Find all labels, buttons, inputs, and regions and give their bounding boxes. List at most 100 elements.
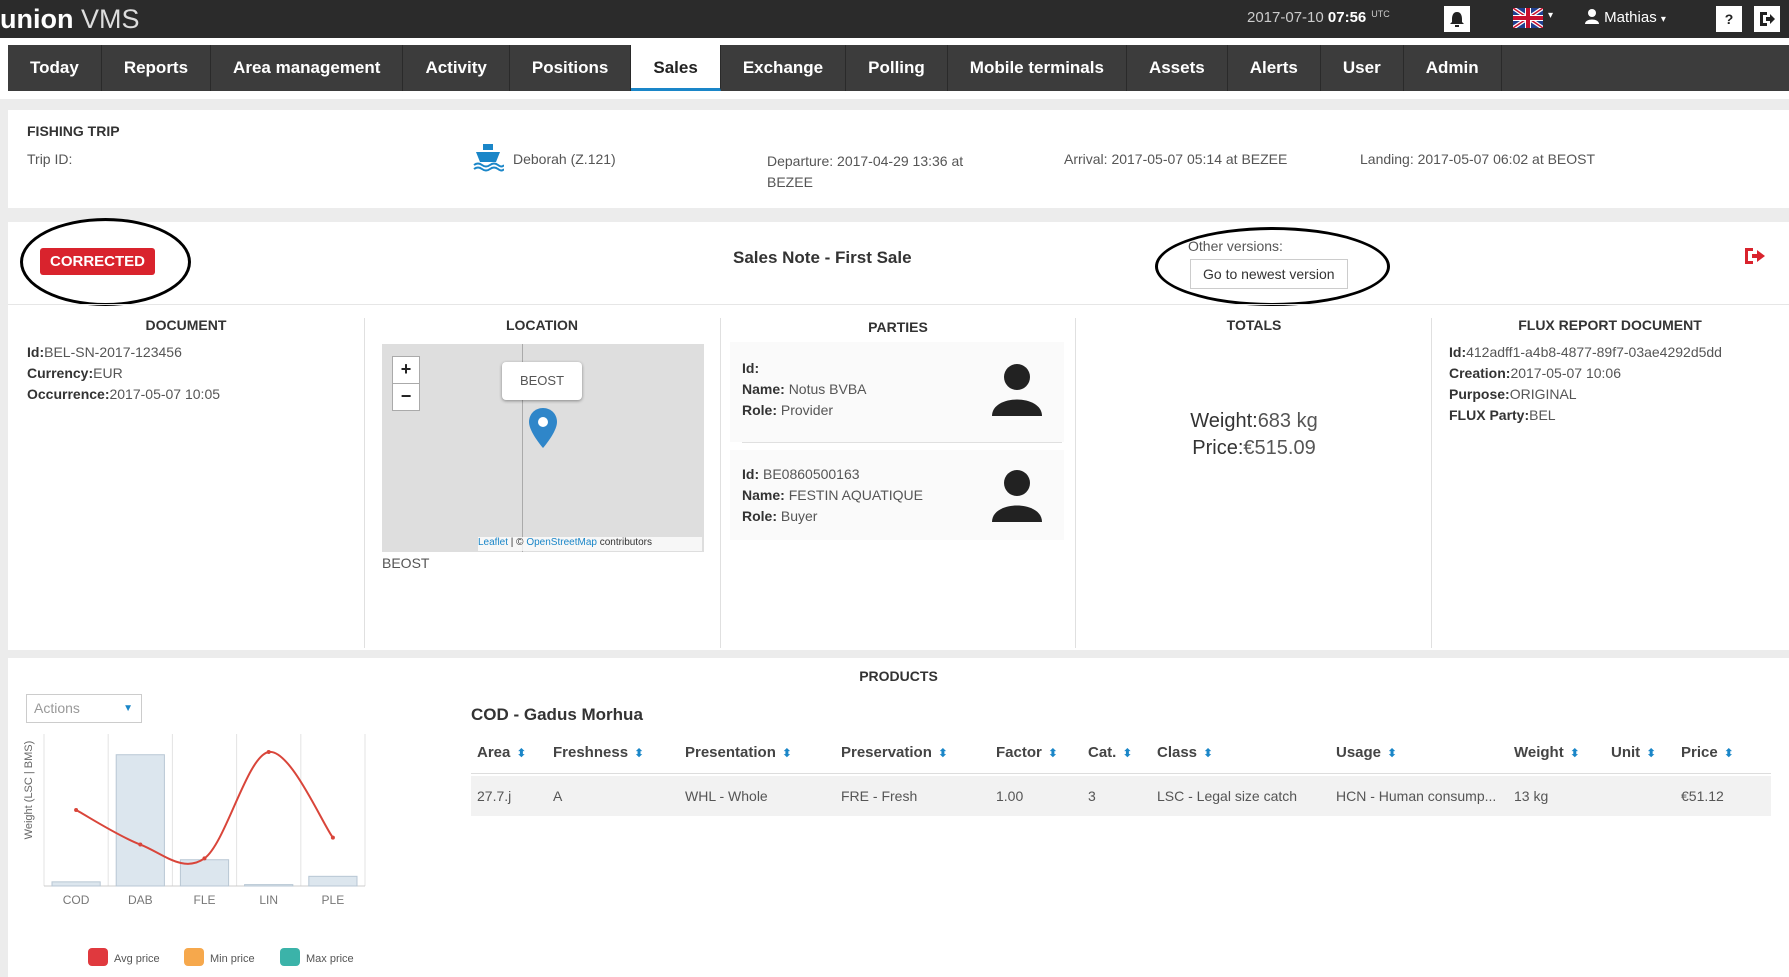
document-details: Id:BEL-SN-2017-123456 Currency:EUR Occur… [27,342,220,405]
nav-sales[interactable]: Sales [631,45,721,91]
timezone: UTC [1371,9,1390,19]
caret-down-icon: ▼ [123,703,133,714]
bell-icon[interactable] [1444,6,1470,32]
col-price[interactable]: Price ⬍ [1681,744,1734,761]
person-icon [992,364,1042,416]
column-divider [720,318,721,648]
document-heading: DOCUMENT [145,317,227,333]
nav-reports[interactable]: Reports [102,45,212,91]
cell-cat: 3 [1088,788,1096,804]
osm-link[interactable]: OpenStreetMap [526,537,597,548]
uk-flag-icon[interactable] [1511,6,1545,30]
avg-price-point-ple [330,835,335,840]
logo-light: VMS [81,4,140,34]
nav-today[interactable]: Today [8,45,102,91]
col-usage[interactable]: Usage ⬍ [1336,744,1397,761]
totals-values: Weight:683 kg Price:€515.09 [1076,408,1432,462]
x-tick-fle: FLE [193,893,215,907]
legend-label: Max price [306,953,354,965]
zoom-out-button[interactable]: − [392,383,420,411]
sort-icon: ⬍ [516,746,527,760]
avg-price-point-dab [138,842,143,847]
sort-icon: ⬍ [1569,746,1580,760]
flux-party: BEL [1529,407,1556,423]
leaflet-link[interactable]: Leaflet [478,537,508,548]
nav-area-management[interactable]: Area management [211,45,404,91]
table-row[interactable]: 27.7.j A WHL - Whole FRE - Fresh 1.00 3 … [471,776,1771,816]
col-area[interactable]: Area ⬍ [477,744,526,761]
col-factor[interactable]: Factor ⬍ [996,744,1058,761]
flux-purpose: ORIGINAL [1509,386,1577,402]
sales-note-title: Sales Note - First Sale [733,248,912,267]
col-label: Price [1681,744,1718,761]
help-button[interactable]: ? [1716,6,1742,32]
party-card: Id: BE0860500163 Name: FESTIN AQUATIQUE … [730,450,1064,540]
col-weight[interactable]: Weight ⬍ [1514,744,1580,761]
chevron-down-icon[interactable]: ▾ [1548,10,1553,21]
flux-purpose-label: Purpose: [1449,386,1510,402]
app-logo: union VMS [0,2,140,36]
col-label: Usage [1336,744,1382,761]
col-preservation[interactable]: Preservation ⬍ [841,744,948,761]
legend-swatch [184,948,204,966]
bar-dab [115,754,165,887]
x-tick-dab: DAB [128,893,153,907]
total-price-label: Price: [1192,437,1244,459]
gutter [0,99,8,977]
nav-exchange[interactable]: Exchange [721,45,847,91]
nav-admin[interactable]: Admin [1404,45,1502,91]
flux-heading: FLUX REPORT DOCUMENT [1518,317,1702,333]
flux-id: 412adff1-a4b8-4877-89f7-03ae4292d5dd [1466,344,1722,360]
avg-price-line [75,750,334,865]
person-icon [992,470,1042,522]
col-unit[interactable]: Unit ⬍ [1611,744,1656,761]
main-nav: Today Reports Area management Activity P… [8,45,1789,91]
doc-occurrence: 2017-05-07 10:05 [109,386,221,402]
exit-icon[interactable] [1743,246,1767,271]
sort-icon: ⬍ [1122,746,1133,760]
col-class[interactable]: Class ⬍ [1157,744,1213,761]
time: 07:56 [1327,9,1367,26]
location-map[interactable]: + − BEOST Leaflet | © OpenStreetMap cont… [382,344,704,552]
date: 2017-07-10 [1247,9,1324,26]
nav-positions[interactable]: Positions [510,45,632,91]
chart-bars [51,754,358,887]
party-id-label: Id: [742,360,760,376]
nav-activity[interactable]: Activity [403,45,510,91]
nav-alerts[interactable]: Alerts [1228,45,1321,91]
party-name: Notus BVBA [788,381,867,397]
nav-polling[interactable]: Polling [846,45,948,91]
x-tick-cod: COD [63,893,90,907]
vessel-icon [472,140,505,177]
top-bar: union VMS 2017-07-10 07:56 UTC ▾ Mathias … [0,0,1789,38]
bar-ple [308,875,358,887]
chart-line [74,749,335,865]
status-badge: CORRECTED [40,248,156,275]
column-divider [1075,318,1076,648]
nav-user[interactable]: User [1321,45,1404,91]
total-weight-label: Weight: [1190,410,1258,432]
zoom-in-button[interactable]: + [392,356,420,384]
col-freshness[interactable]: Freshness ⬍ [553,744,644,761]
col-presentation[interactable]: Presentation ⬍ [685,744,792,761]
col-label: Freshness [553,744,629,761]
col-label: Unit [1611,744,1641,761]
col-label: Area [477,744,511,761]
x-tick-ple: PLE [322,893,345,907]
party-id-label: Id: [742,466,760,482]
nav-assets[interactable]: Assets [1127,45,1228,91]
nav-mobile-terminals[interactable]: Mobile terminals [948,45,1127,91]
col-cat[interactable]: Cat. ⬍ [1088,744,1132,761]
doc-currency-label: Currency: [27,365,94,381]
separator [8,208,1789,222]
actions-dropdown[interactable]: Actions ▼ [26,694,142,723]
chevron-down-icon: ▾ [1660,14,1666,25]
logout-icon[interactable] [1754,6,1780,32]
sort-icon: ⬍ [1723,746,1734,760]
map-marker-icon[interactable] [529,408,557,453]
column-divider [1431,318,1432,648]
newest-version-button[interactable]: Go to newest version [1190,259,1348,289]
avg-price-point-cod [74,808,79,812]
user-menu[interactable]: Mathias ▾ [1584,8,1666,26]
cell-price: €51.12 [1681,788,1724,804]
